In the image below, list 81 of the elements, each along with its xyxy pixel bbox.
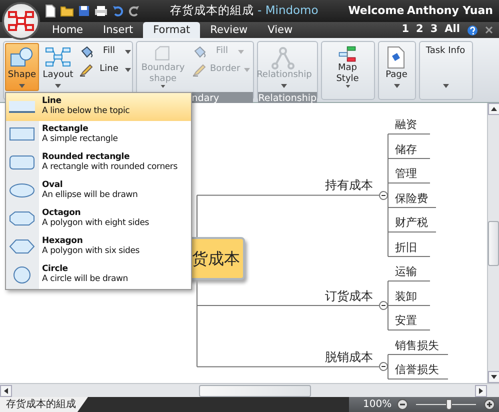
window-title: 存货成本的組成: [170, 3, 254, 18]
pencil-icon: [79, 63, 93, 77]
scroll-right-icon[interactable]: [475, 384, 487, 396]
caret-icon: [55, 84, 61, 88]
scrollbar-thumb[interactable]: [488, 220, 499, 266]
oval-icon: [8, 182, 36, 200]
subtopic[interactable]: 管理: [395, 166, 417, 182]
user-name[interactable]: Anthony Yuan: [406, 2, 493, 20]
ribbon-button[interactable]: Fill: [77, 43, 133, 61]
scrollbar-thumb[interactable]: [199, 384, 311, 396]
ribbon-tab[interactable]: Review: [200, 22, 258, 38]
pencil-icon: [192, 63, 206, 77]
app-name: - Mindomo: [258, 3, 318, 18]
ribbon-button[interactable]: Line: [77, 61, 133, 79]
page-link[interactable]: All: [444, 22, 460, 38]
close-icon[interactable]: [485, 26, 493, 34]
menu-item[interactable]: Octagon A polygon with eight sides: [6, 205, 191, 233]
caret-icon: [125, 50, 131, 54]
help-icon[interactable]: [467, 24, 478, 36]
print-icon[interactable]: [94, 5, 108, 17]
topic[interactable]: 持有成本: [325, 176, 373, 194]
subtopic[interactable]: 信誉损失: [395, 362, 439, 378]
subtopic[interactable]: 储存: [395, 142, 417, 158]
page-link[interactable]: 3: [430, 22, 438, 38]
zoom-out-icon[interactable]: [396, 399, 408, 410]
zoom-in-icon[interactable]: [484, 399, 495, 410]
zoom-level: 100%: [363, 398, 392, 412]
menu-item[interactable]: Line A line below the topic: [6, 93, 191, 121]
caret-icon: [344, 85, 351, 88]
subtopic[interactable]: 装卸: [395, 288, 417, 305]
menu-item[interactable]: Rectangle A simple rectangle: [6, 121, 191, 149]
subtopic[interactable]: 融资: [395, 117, 417, 134]
menu-item[interactable]: Oval An ellipse will be drawn: [6, 177, 191, 205]
caret-icon: [394, 84, 400, 88]
menu-item[interactable]: Rounded rectangle A rectangle with rounded corners: [6, 149, 191, 177]
page-link[interactable]: 1: [402, 22, 410, 38]
topic[interactable]: 订货成本: [325, 286, 373, 304]
group-label: Relationship: [258, 93, 317, 104]
octagon-icon: [8, 210, 36, 228]
caret-icon: [281, 84, 288, 88]
subtopic[interactable]: 运输: [395, 264, 417, 280]
collapse-icon[interactable]: [378, 362, 388, 372]
paint-bucket-icon: [79, 45, 93, 59]
caret-icon: [244, 68, 250, 72]
caret-icon: [238, 50, 244, 54]
caret-icon: [160, 85, 166, 88]
ribbon-tab[interactable]: Format: [143, 22, 200, 38]
subtopic[interactable]: 安置: [395, 313, 417, 330]
group-label: ndary: [192, 93, 220, 104]
scroll-up-icon[interactable]: [488, 103, 499, 115]
collapse-icon[interactable]: [378, 301, 388, 310]
page-link[interactable]: 2: [416, 22, 424, 38]
subtopic[interactable]: 保险费: [395, 190, 428, 207]
document-tab[interactable]: 存货成本的組成: [0, 397, 88, 412]
hexagon-icon: [8, 238, 36, 256]
relationship-icon: [271, 46, 298, 70]
subtopic[interactable]: 销售损失: [395, 338, 439, 354]
scroll-left-icon[interactable]: [0, 384, 12, 396]
welcome-text: Welcome: [348, 2, 404, 19]
slider-thumb[interactable]: [446, 399, 452, 410]
ribbon-button[interactable]: Shape: [5, 43, 39, 91]
caret-icon: [125, 68, 131, 72]
paint-bucket-icon: [192, 45, 206, 59]
ribbon-tab[interactable]: View: [258, 22, 303, 38]
caret-icon: [19, 84, 25, 88]
save-icon[interactable]: [78, 5, 90, 17]
new-document-icon[interactable]: [44, 4, 56, 18]
rounded-rectangle-icon: [8, 154, 36, 172]
line-shape-icon: [8, 98, 36, 116]
caret-icon: [442, 84, 449, 88]
subtopic[interactable]: 折旧: [395, 240, 417, 256]
subtopic[interactable]: 财产税: [395, 215, 428, 232]
collapse-icon[interactable]: [378, 190, 388, 200]
scroll-down-icon[interactable]: [488, 371, 499, 383]
ribbon-tab[interactable]: Insert: [93, 22, 144, 38]
folder-icon[interactable]: [60, 5, 74, 17]
undo-icon[interactable]: [112, 5, 124, 17]
ribbon-button[interactable]: Layout: [41, 43, 75, 91]
topic[interactable]: 脱销成本: [325, 348, 373, 366]
redo-icon[interactable]: [128, 5, 140, 17]
ribbon-tab[interactable]: Home: [42, 22, 94, 38]
